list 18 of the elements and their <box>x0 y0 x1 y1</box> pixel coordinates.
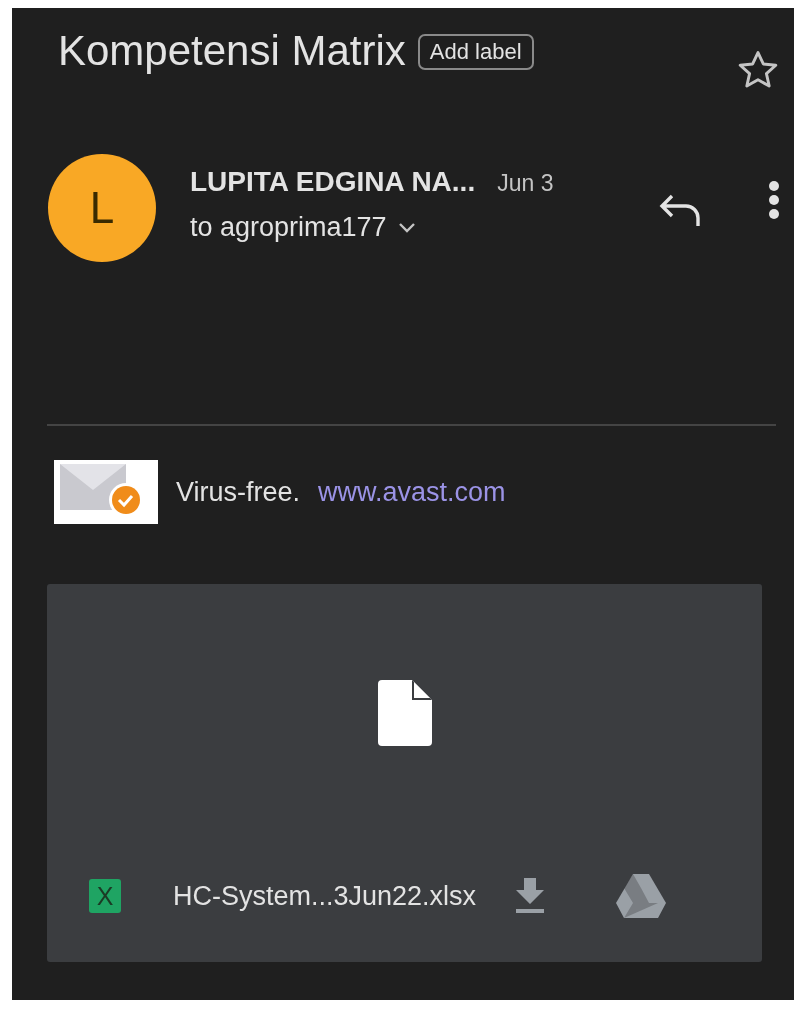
reply-icon[interactable] <box>658 192 702 228</box>
more-options-icon[interactable] <box>768 180 780 220</box>
signature-text: Virus-free. <box>176 476 301 508</box>
spreadsheet-icon: X <box>89 879 121 913</box>
email-date: Jun 3 <box>497 170 554 197</box>
add-label-button[interactable]: Add label <box>417 34 534 70</box>
avast-link[interactable]: www.avast.com <box>318 476 506 508</box>
attachment-card[interactable]: X HC-System...3Jun22.xlsx <box>47 584 762 962</box>
file-icon <box>377 680 432 746</box>
email-subject: Kompetensi Matrix <box>58 26 406 76</box>
download-icon[interactable] <box>514 878 547 914</box>
sender-avatar: L <box>48 154 156 262</box>
attachment-filename: HC-System...3Jun22.xlsx <box>173 880 477 912</box>
drive-icon[interactable] <box>616 874 667 918</box>
recipient-text: to agroprima177 <box>190 212 387 243</box>
avast-logo-icon <box>54 460 158 524</box>
sender-name: LUPITA EDGINA NA... <box>190 166 476 198</box>
chevron-down-icon[interactable] <box>396 220 417 235</box>
